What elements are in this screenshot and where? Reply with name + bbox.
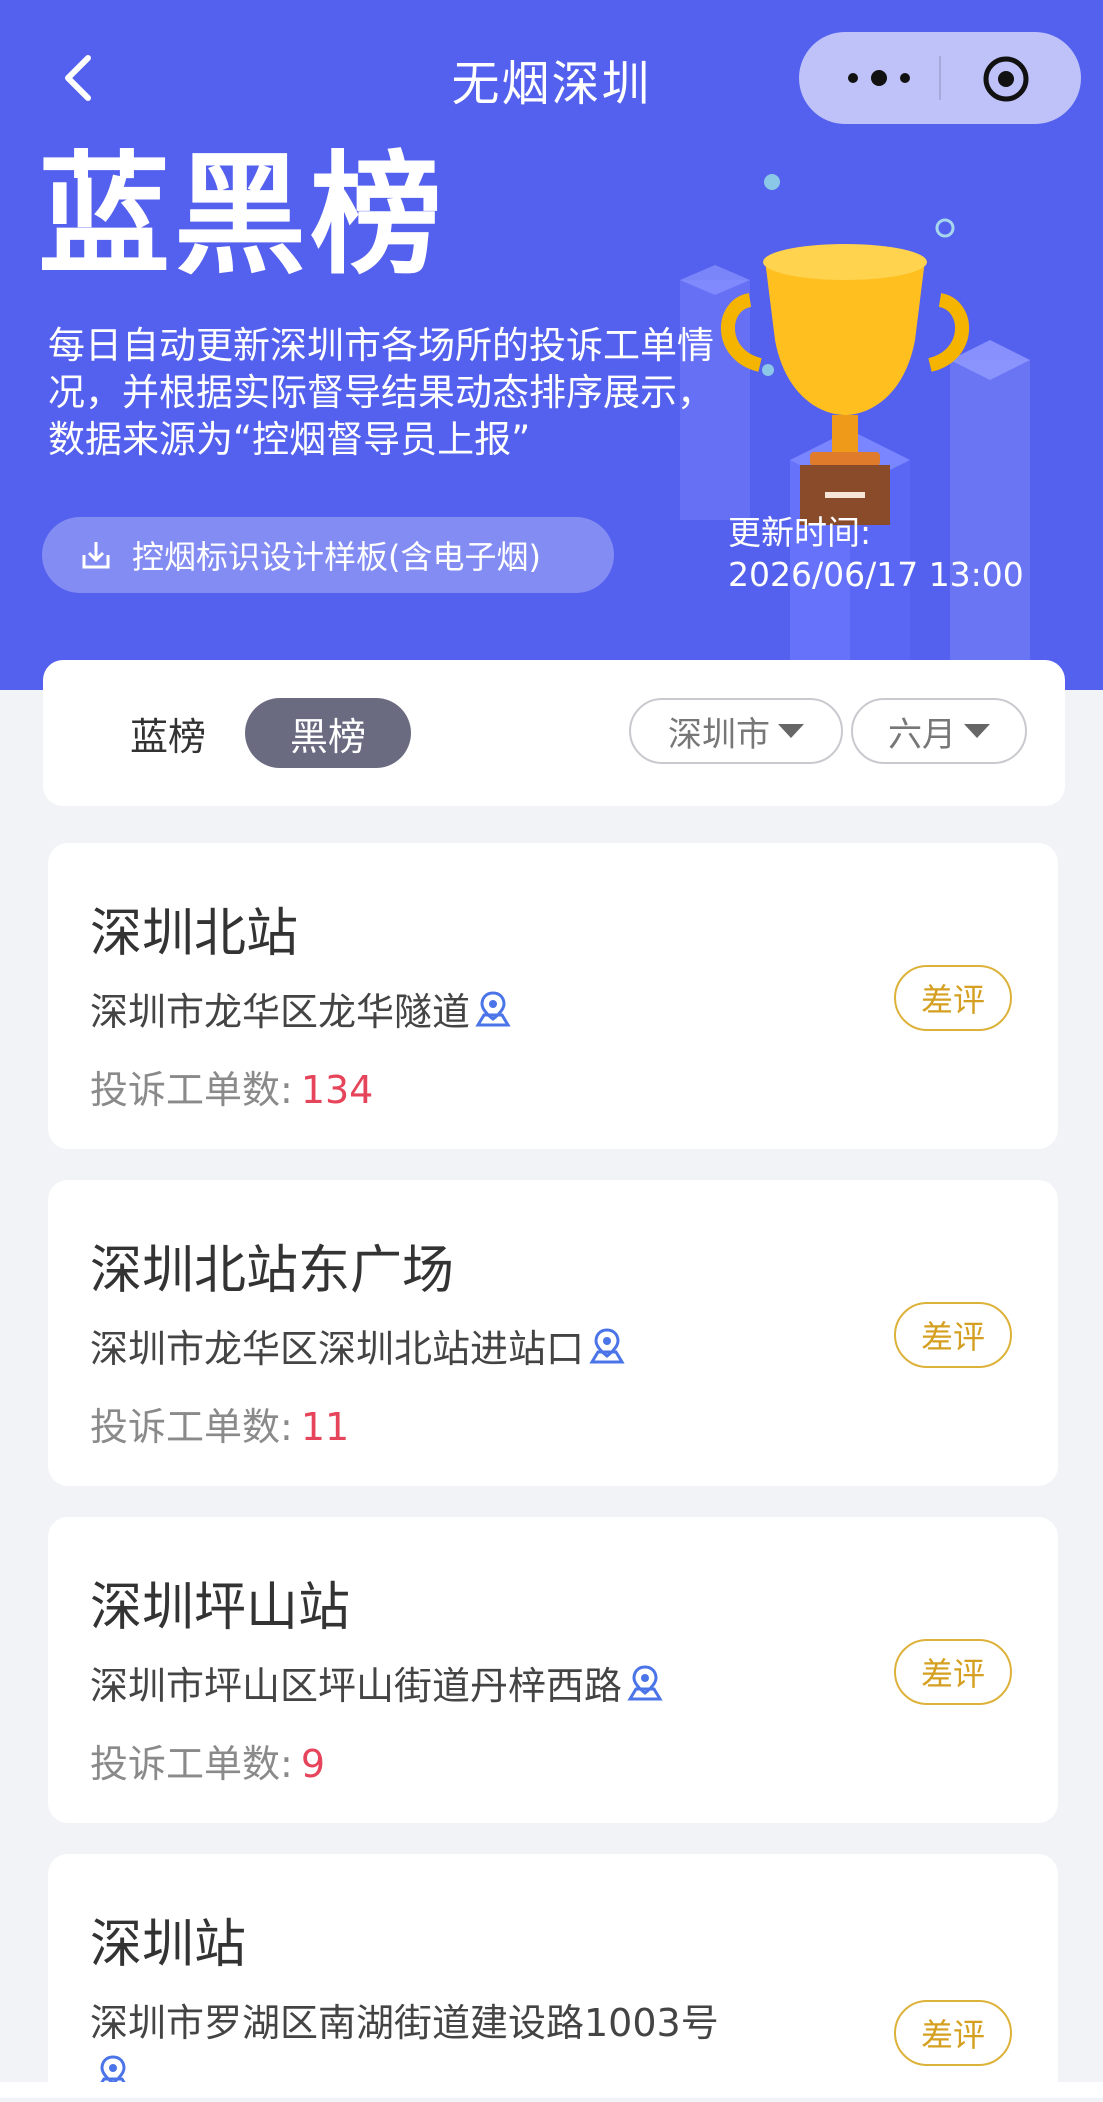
bottom-bar xyxy=(0,2082,1103,2098)
address-text: 深圳市罗湖区南湖街道建设路1003号 xyxy=(90,2001,719,2045)
filter-bar: 蓝榜 黑榜 深圳市 六月 xyxy=(43,660,1065,806)
month-dropdown[interactable]: 六月 xyxy=(851,698,1027,764)
rating-badge: 差评 xyxy=(894,965,1012,1031)
city-dropdown[interactable]: 深圳市 xyxy=(629,698,843,764)
download-template-button[interactable]: 控烟标识设计样板(含电子烟) xyxy=(42,517,614,593)
place-address: 深圳市龙华区深圳北站进站口 xyxy=(90,1318,626,1373)
place-name: 深圳北站 xyxy=(90,904,299,964)
complaint-count: 投诉工单数: 11 xyxy=(90,1396,349,1451)
caret-down-icon xyxy=(778,724,804,738)
mini-program-capsule xyxy=(799,32,1081,124)
more-dots-icon[interactable] xyxy=(839,58,919,98)
location-pin-icon[interactable] xyxy=(588,1326,626,1366)
place-name: 深圳北站东广场 xyxy=(90,1241,455,1301)
hero-title: 蓝黑榜 xyxy=(38,139,446,293)
update-label: 更新时间: xyxy=(728,513,872,552)
complaint-count: 投诉工单数: 9 xyxy=(90,1733,325,1788)
location-pin-icon[interactable] xyxy=(474,989,512,1029)
target-circle-icon[interactable] xyxy=(981,54,1031,104)
hero-banner: 无烟深圳 蓝黑榜 每日自动更新深圳市各场所的投诉工单情况，并根据实际督导结果动态… xyxy=(0,0,1103,690)
list-item[interactable]: 深圳坪山站 深圳市坪山区坪山街道丹梓西路 投诉工单数: 9 差评 xyxy=(48,1517,1058,1823)
tab-blue-list[interactable]: 蓝榜 xyxy=(113,698,223,768)
hero-description: 每日自动更新深圳市各场所的投诉工单情况，并根据实际督导结果动态排序展示，数据来源… xyxy=(48,324,714,461)
address-text: 深圳市龙华区深圳北站进站口 xyxy=(90,1327,585,1371)
caret-down-icon xyxy=(964,724,990,738)
complaint-count-label: 投诉工单数: xyxy=(90,1068,293,1112)
rating-badge: 差评 xyxy=(894,1302,1012,1368)
complaint-count: 投诉工单数: 134 xyxy=(90,1059,373,1114)
place-name: 深圳坪山站 xyxy=(90,1578,351,1638)
capsule-divider xyxy=(939,56,941,100)
complaint-count-label: 投诉工单数: xyxy=(90,1742,293,1786)
complaint-count-value: 11 xyxy=(300,1405,350,1449)
complaint-count-label: 投诉工单数: xyxy=(90,1405,293,1449)
list-item[interactable]: 深圳北站东广场 深圳市龙华区深圳北站进站口 投诉工单数: 11 差评 xyxy=(48,1180,1058,1486)
place-address: 深圳市坪山区坪山街道丹梓西路 xyxy=(90,1655,664,1710)
month-dropdown-value: 六月 xyxy=(888,714,956,755)
download-icon xyxy=(82,542,110,569)
rating-badge: 差评 xyxy=(894,2000,1012,2066)
update-time: 2026/06/17 13:00 xyxy=(728,555,1024,594)
address-text: 深圳市坪山区坪山街道丹梓西路 xyxy=(90,1664,623,1708)
tab-black-list[interactable]: 黑榜 xyxy=(245,698,411,768)
place-name: 深圳站 xyxy=(90,1915,247,1975)
list-item[interactable]: 深圳北站 深圳市龙华区龙华隧道 投诉工单数: 134 差评 xyxy=(48,843,1058,1149)
complaint-count-value: 134 xyxy=(300,1068,374,1112)
update-info: 更新时间: 2026/06/17 13:00 xyxy=(728,512,1024,596)
list-item[interactable]: 深圳站 深圳市罗湖区南湖街道建设路1003号 差评 xyxy=(48,1854,1058,2098)
rating-badge: 差评 xyxy=(894,1639,1012,1705)
location-pin-icon[interactable] xyxy=(626,1663,664,1703)
download-template-label: 控烟标识设计样板(含电子烟) xyxy=(132,538,541,576)
city-dropdown-value: 深圳市 xyxy=(668,714,770,755)
address-text: 深圳市龙华区龙华隧道 xyxy=(90,990,471,1034)
complaint-count-value: 9 xyxy=(300,1742,325,1786)
place-address: 深圳市龙华区龙华隧道 xyxy=(90,981,512,1036)
